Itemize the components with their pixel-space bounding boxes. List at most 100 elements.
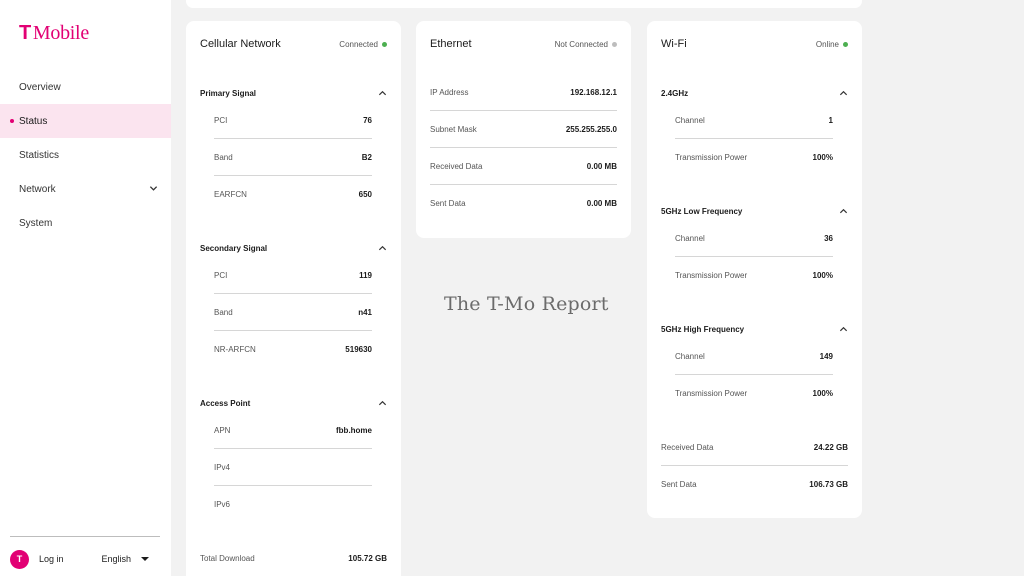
- active-indicator-dot: [10, 119, 14, 123]
- row-label: Channel: [675, 234, 705, 243]
- info-row: Sent Data 0.00 MB: [430, 185, 617, 222]
- row-value: 100%: [812, 389, 833, 398]
- section-secondary-signal[interactable]: Secondary Signal: [200, 242, 387, 254]
- sidebar-item-label: Overview: [19, 81, 61, 93]
- info-row: Subnet Mask 255.255.255.0: [430, 111, 617, 148]
- row-label: Received Data: [430, 162, 483, 171]
- row-value: fbb.home: [336, 426, 372, 435]
- row-value: 519630: [345, 345, 372, 354]
- watermark-text: The T-Mo Report: [444, 293, 609, 315]
- row-label: Received Data: [661, 443, 714, 452]
- row-label: Channel: [675, 116, 705, 125]
- total-download-row: Total Download 105.72 GB: [200, 540, 387, 576]
- chevron-up-icon[interactable]: [378, 89, 387, 98]
- section-primary-signal[interactable]: Primary Signal: [200, 87, 387, 99]
- row-value: 650: [358, 190, 372, 199]
- status-badge: Not Connected: [555, 40, 617, 49]
- status-badge: Connected: [339, 40, 387, 49]
- sidebar-item-statistics[interactable]: Statistics: [0, 138, 171, 172]
- row-value: 1: [828, 116, 833, 125]
- row-value: 255.255.255.0: [565, 125, 617, 134]
- info-row: IPv4: [214, 449, 372, 486]
- row-value: 192.168.12.1: [570, 88, 617, 97]
- sidebar-item-label: Status: [19, 115, 48, 127]
- chevron-up-icon[interactable]: [839, 325, 848, 334]
- info-row: Transmission Power 100%: [675, 257, 833, 294]
- section-2-4ghz[interactable]: 2.4GHz: [661, 87, 848, 99]
- wifi-card: Wi-Fi Online 2.4GHz Channel 1 Transmissi…: [647, 21, 862, 518]
- row-label: Band: [214, 153, 233, 162]
- status-dot-icon: [843, 41, 848, 47]
- section-title: 5GHz Low Frequency: [661, 206, 743, 216]
- login-link[interactable]: Log in: [39, 554, 64, 564]
- row-value: 100%: [812, 153, 833, 162]
- row-label: Sent Data: [661, 480, 697, 489]
- card-header: Ethernet Not Connected: [430, 37, 617, 51]
- info-row: PCI 76: [214, 102, 372, 139]
- chevron-up-icon[interactable]: [378, 244, 387, 253]
- row-value: 0.00 MB: [586, 162, 617, 171]
- sidebar-item-overview[interactable]: Overview: [0, 70, 171, 104]
- row-label: Transmission Power: [675, 153, 748, 162]
- language-select[interactable]: English: [102, 554, 150, 564]
- section-title: Access Point: [200, 398, 251, 408]
- info-row: IP Address 192.168.12.1: [430, 74, 617, 111]
- chevron-up-icon[interactable]: [839, 89, 848, 98]
- chevron-up-icon[interactable]: [378, 399, 387, 408]
- info-row: Channel 36: [675, 220, 833, 257]
- row-label: Total Download: [200, 554, 255, 563]
- login-row: T Log in English: [10, 549, 160, 569]
- card-header: Wi-Fi Online: [661, 37, 848, 51]
- avatar[interactable]: T: [10, 549, 29, 569]
- sidebar-item-network[interactable]: Network: [0, 172, 171, 206]
- sidebar-divider: [10, 536, 160, 537]
- status-text: Connected: [339, 39, 378, 49]
- row-value: 119: [359, 271, 372, 280]
- top-card-partial: [186, 0, 862, 8]
- row-value: B2: [361, 153, 372, 162]
- row-value: 36: [824, 234, 833, 243]
- section-access-point[interactable]: Access Point: [200, 397, 387, 409]
- info-row: Transmission Power 100%: [675, 139, 833, 176]
- row-label: IP Address: [430, 88, 469, 97]
- info-row: APN fbb.home: [214, 412, 372, 449]
- card-title: Wi-Fi: [661, 38, 687, 50]
- sidebar-item-system[interactable]: System: [0, 206, 171, 240]
- card-title: Ethernet: [430, 38, 472, 50]
- row-label: NR-ARFCN: [214, 345, 256, 354]
- section-title: 2.4GHz: [661, 88, 689, 98]
- status-dot-icon: [382, 41, 387, 47]
- section-title: Primary Signal: [200, 88, 257, 98]
- row-value: 105.72 GB: [348, 554, 387, 563]
- row-label: IPv4: [214, 463, 231, 472]
- chevron-up-icon[interactable]: [839, 207, 848, 216]
- info-row: Channel 149: [675, 338, 833, 375]
- row-label: PCI: [214, 271, 228, 280]
- row-label: Channel: [675, 352, 705, 361]
- caret-down-icon: [141, 557, 150, 561]
- sidebar-item-label: System: [19, 217, 53, 229]
- section-5ghz-high[interactable]: 5GHz High Frequency: [661, 323, 848, 335]
- info-row: NR-ARFCN 519630: [214, 331, 372, 368]
- row-label: APN: [214, 426, 231, 435]
- row-label: Transmission Power: [675, 389, 748, 398]
- row-label: Transmission Power: [675, 271, 748, 280]
- row-value: 24.22 GB: [813, 443, 848, 452]
- info-row: Transmission Power 100%: [675, 375, 833, 412]
- brand-glyph: T: [19, 22, 31, 44]
- info-row: PCI 119: [214, 257, 372, 294]
- section-title: 5GHz High Frequency: [661, 324, 745, 334]
- chevron-down-icon[interactable]: [149, 184, 158, 193]
- row-label: Sent Data: [430, 199, 466, 208]
- tmobile-logo[interactable]: T Mobile: [19, 22, 89, 45]
- card-title: Cellular Network: [200, 38, 281, 50]
- sidebar-item-status[interactable]: Status: [0, 104, 171, 138]
- info-row: EARFCN 650: [214, 176, 372, 213]
- sidebar-item-label: Network: [19, 183, 56, 195]
- status-dot-icon: [612, 41, 617, 47]
- row-value: n41: [358, 308, 372, 317]
- section-5ghz-low[interactable]: 5GHz Low Frequency: [661, 205, 848, 217]
- info-row: Received Data 0.00 MB: [430, 148, 617, 185]
- language-selected: English: [101, 554, 132, 564]
- row-value: 100%: [812, 271, 833, 280]
